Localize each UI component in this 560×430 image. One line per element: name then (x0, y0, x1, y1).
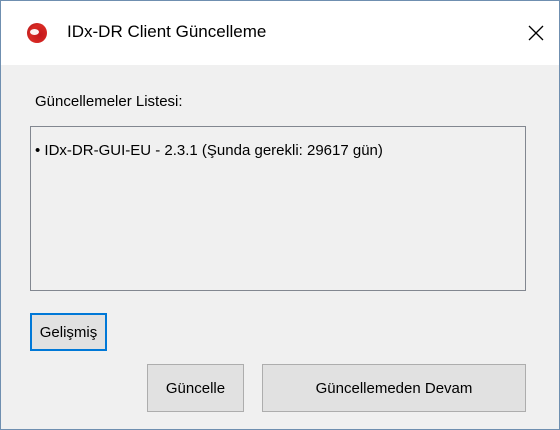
update-button[interactable]: Güncelle (147, 364, 244, 412)
continue-without-update-button[interactable]: Güncellemeden Devam (262, 364, 526, 412)
close-icon (528, 25, 544, 41)
title-bar[interactable]: IDx-DR Client Güncelleme (1, 1, 559, 65)
updates-list-label: Güncellemeler Listesi: (35, 93, 183, 110)
updates-list[interactable]: • IDx-DR-GUI-EU - 2.3.1 (Şunda gerekli: … (30, 126, 526, 291)
list-item[interactable]: • IDx-DR-GUI-EU - 2.3.1 (Şunda gerekli: … (35, 141, 383, 161)
advanced-button[interactable]: Gelişmiş (30, 313, 107, 351)
update-dialog-window: IDx-DR Client Güncelleme Güncellemeler L… (0, 0, 560, 430)
close-button[interactable] (513, 1, 559, 65)
idx-dr-logo-icon (27, 23, 47, 43)
window-title: IDx-DR Client Güncelleme (67, 22, 267, 41)
